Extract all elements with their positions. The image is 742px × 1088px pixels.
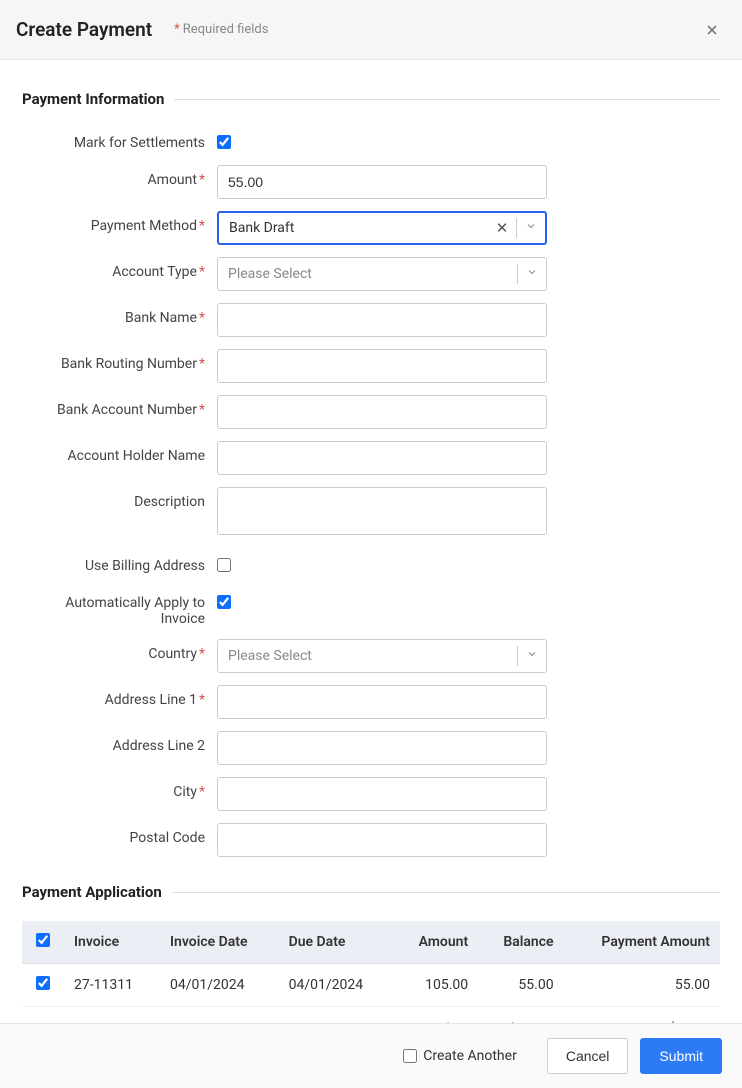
postal-code-input[interactable] xyxy=(217,823,547,857)
label-account-type: Account Type* xyxy=(22,257,217,280)
table-row: 27-11311 04/01/2024 04/01/2024 105.00 55… xyxy=(22,964,720,1007)
section-payment-application: Payment Application xyxy=(22,883,720,901)
section-title: Payment Information xyxy=(22,90,164,108)
required-fields-note: *Required fields xyxy=(174,22,268,37)
modal-title: Create Payment xyxy=(16,18,152,41)
address-line2-input[interactable] xyxy=(217,731,547,765)
cell-amount: 105.00 xyxy=(394,964,479,1007)
chevron-down-icon[interactable] xyxy=(517,220,545,236)
label-auto-apply: Automatically Apply to Invoice xyxy=(22,588,217,627)
create-payment-modal: Create Payment *Required fields Payment … xyxy=(0,0,742,1088)
bank-name-input[interactable] xyxy=(217,303,547,337)
col-invoice-date: Invoice Date xyxy=(160,921,279,964)
modal-header: Create Payment *Required fields xyxy=(0,0,742,60)
create-another-label: Create Another xyxy=(423,1048,517,1064)
cancel-button[interactable]: Cancel xyxy=(547,1038,629,1074)
label-mark-settlements: Mark for Settlements xyxy=(22,128,217,151)
submit-button[interactable]: Submit xyxy=(640,1038,722,1074)
cell-due-date: 04/01/2024 xyxy=(279,964,394,1007)
description-textarea[interactable] xyxy=(217,487,547,535)
col-balance: Balance xyxy=(478,921,563,964)
label-city: City* xyxy=(22,777,217,800)
amount-input[interactable] xyxy=(217,165,547,199)
row-checkbox[interactable] xyxy=(36,976,50,990)
country-select[interactable]: Please Select xyxy=(217,639,547,673)
label-addr2: Address Line 2 xyxy=(22,731,217,754)
payment-method-value: Bank Draft xyxy=(219,220,488,236)
divider xyxy=(172,892,720,893)
cell-balance: 55.00 xyxy=(478,964,563,1007)
chevron-down-icon[interactable] xyxy=(518,266,546,282)
mark-settlements-checkbox[interactable] xyxy=(217,135,231,149)
label-account-no: Bank Account Number* xyxy=(22,395,217,418)
modal-body: Payment Information Mark for Settlements… xyxy=(0,60,742,1023)
bank-routing-input[interactable] xyxy=(217,349,547,383)
col-amount: Amount xyxy=(394,921,479,964)
label-description: Description xyxy=(22,487,217,510)
cell-invoice-date: 04/01/2024 xyxy=(160,964,279,1007)
col-payment-amount: Payment Amount xyxy=(564,921,720,964)
bank-account-input[interactable] xyxy=(217,395,547,429)
country-placeholder: Please Select xyxy=(218,648,517,664)
auto-apply-checkbox[interactable] xyxy=(217,595,231,609)
section-payment-info: Payment Information xyxy=(22,90,720,108)
account-type-select[interactable]: Please Select xyxy=(217,257,547,291)
modal-footer: Create Another Cancel Submit xyxy=(0,1023,742,1088)
address-line1-input[interactable] xyxy=(217,685,547,719)
account-type-placeholder: Please Select xyxy=(218,266,517,282)
col-due-date: Due Date xyxy=(279,921,394,964)
clear-icon[interactable]: ✕ xyxy=(488,219,516,237)
col-invoice: Invoice xyxy=(64,921,160,964)
label-bank-name: Bank Name* xyxy=(22,303,217,326)
use-billing-checkbox[interactable] xyxy=(217,558,231,572)
create-another-checkbox[interactable] xyxy=(403,1049,417,1063)
label-holder: Account Holder Name xyxy=(22,441,217,464)
cell-invoice: 27-11311 xyxy=(64,964,160,1007)
payment-method-select[interactable]: Bank Draft ✕ xyxy=(217,211,547,245)
payment-application-table: Invoice Invoice Date Due Date Amount Bal… xyxy=(22,921,720,1007)
section-title: Payment Application xyxy=(22,883,162,901)
label-country: Country* xyxy=(22,639,217,662)
label-addr1: Address Line 1* xyxy=(22,685,217,708)
cell-payment-amount: 55.00 xyxy=(564,964,720,1007)
divider xyxy=(174,99,720,100)
city-input[interactable] xyxy=(217,777,547,811)
close-icon[interactable] xyxy=(702,20,722,40)
account-holder-input[interactable] xyxy=(217,441,547,475)
create-another-wrap[interactable]: Create Another xyxy=(403,1048,517,1064)
label-payment-method: Payment Method* xyxy=(22,211,217,234)
label-routing: Bank Routing Number* xyxy=(22,349,217,372)
label-postal: Postal Code xyxy=(22,823,217,846)
chevron-down-icon[interactable] xyxy=(518,648,546,664)
select-all-checkbox[interactable] xyxy=(36,933,50,947)
label-amount: Amount* xyxy=(22,165,217,188)
label-use-billing: Use Billing Address xyxy=(22,551,217,574)
